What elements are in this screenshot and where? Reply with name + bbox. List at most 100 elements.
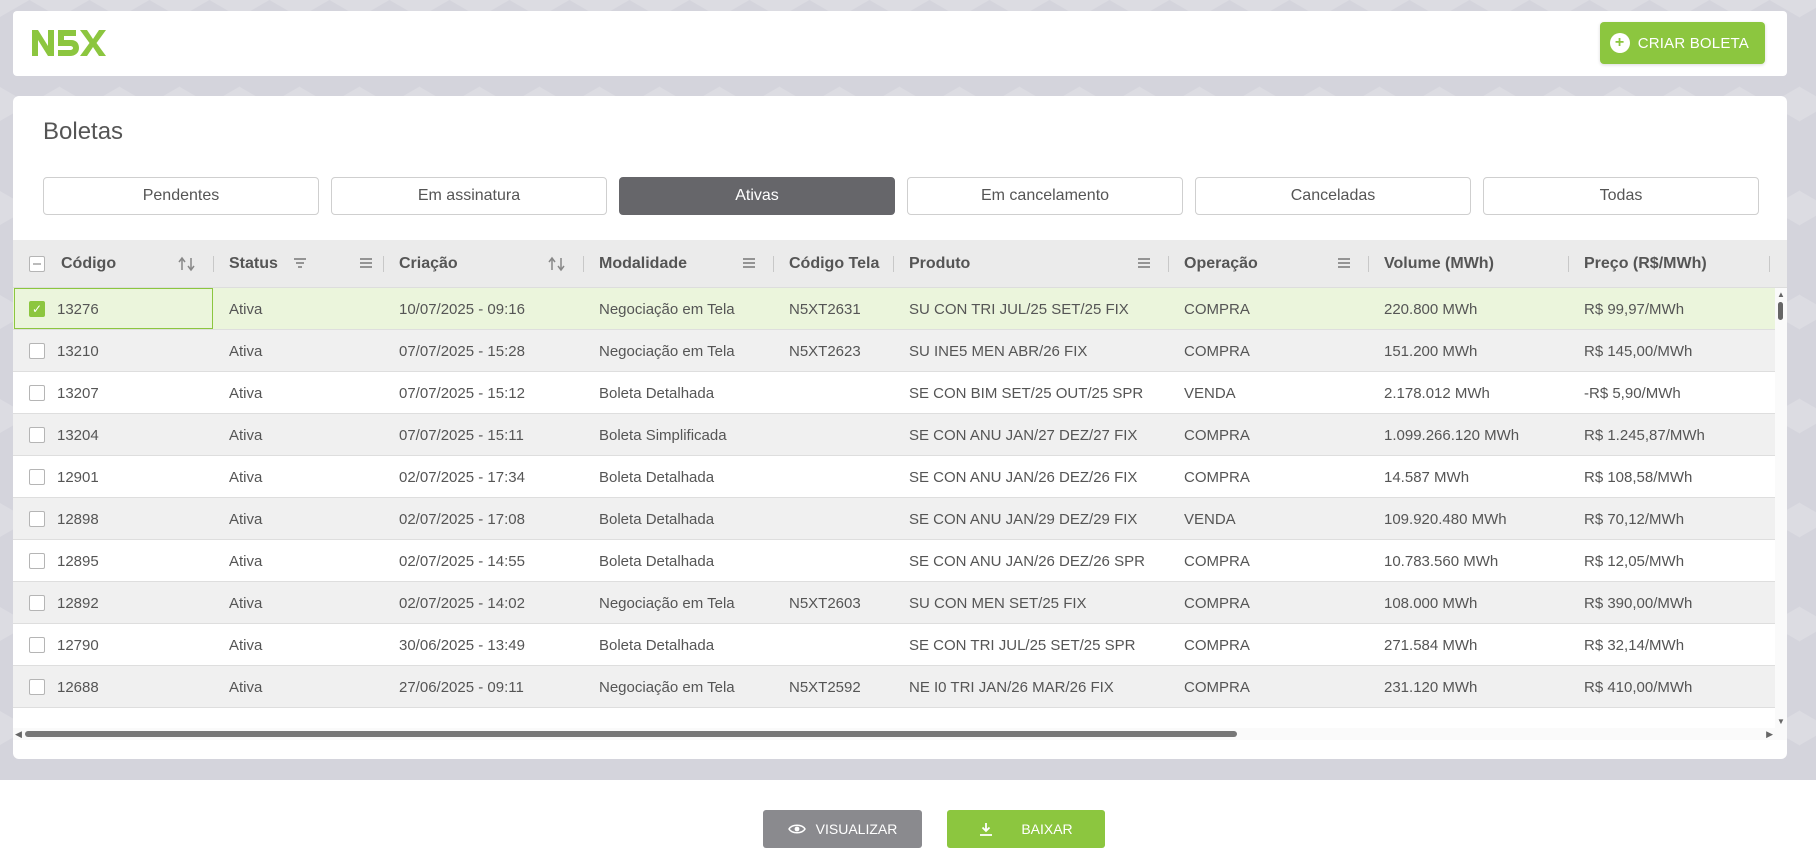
row-checkbox[interactable] bbox=[29, 469, 45, 485]
table-body: ✓ 13276 Ativa 10/07/2025 - 09:16 Negocia… bbox=[13, 288, 1775, 728]
cell-preco: R$ 108,58/MWh bbox=[1584, 468, 1693, 486]
filter-icon[interactable] bbox=[293, 257, 307, 269]
row-checkbox[interactable] bbox=[29, 385, 45, 401]
cell-criacao: 02/07/2025 - 14:02 bbox=[399, 594, 525, 612]
cell-preco: R$ 99,97/MWh bbox=[1584, 300, 1685, 318]
vertical-scroll-thumb[interactable] bbox=[1778, 302, 1783, 320]
cell-criacao: 02/07/2025 - 17:08 bbox=[399, 510, 525, 528]
cell-status: Ativa bbox=[229, 678, 263, 696]
table-row[interactable]: 12898 Ativa 02/07/2025 - 17:08 Boleta De… bbox=[13, 498, 1775, 540]
cell-operacao: COMPRA bbox=[1184, 678, 1250, 696]
column-menu-icon[interactable] bbox=[359, 257, 373, 269]
tab-canceladas[interactable]: Canceladas bbox=[1195, 177, 1471, 215]
tab-em-assinatura[interactable]: Em assinatura bbox=[331, 177, 607, 215]
cell-volume: 271.584 MWh bbox=[1384, 636, 1478, 654]
row-checkbox[interactable] bbox=[29, 553, 45, 569]
visualizar-label: VISUALIZAR bbox=[815, 821, 898, 837]
tab-pendentes[interactable]: Pendentes bbox=[43, 177, 319, 215]
table-row[interactable]: 12790 Ativa 30/06/2025 - 13:49 Boleta De… bbox=[13, 624, 1775, 666]
table-row[interactable]: 13210 Ativa 07/07/2025 - 15:28 Negociaçã… bbox=[13, 330, 1775, 372]
cell-codigo: 13207 bbox=[57, 384, 99, 402]
plus-circle-icon: + bbox=[1609, 33, 1630, 53]
cell-produto: SE CON TRI JUL/25 SET/25 SPR bbox=[909, 636, 1136, 654]
column-menu-icon[interactable] bbox=[1137, 257, 1151, 269]
cell-status: Ativa bbox=[229, 636, 263, 654]
cell-modalidade: Negociação em Tela bbox=[599, 678, 735, 696]
create-boleta-button[interactable]: + CRIAR BOLETA bbox=[1599, 22, 1765, 64]
table-row[interactable]: 12895 Ativa 02/07/2025 - 14:55 Boleta De… bbox=[13, 540, 1775, 582]
tab-ativas[interactable]: Ativas bbox=[619, 177, 895, 215]
cell-preco: R$ 1.245,87/MWh bbox=[1584, 426, 1705, 444]
page-title: Boletas bbox=[43, 118, 124, 145]
cell-modalidade: Boleta Detalhada bbox=[599, 552, 715, 570]
cell-criacao: 30/06/2025 - 13:49 bbox=[399, 636, 525, 654]
header-codigo-tela[interactable]: Código Tela bbox=[773, 240, 893, 288]
row-checkbox[interactable] bbox=[29, 427, 45, 443]
cell-volume: 108.000 MWh bbox=[1384, 594, 1478, 612]
scroll-up-arrow-icon[interactable]: ▲ bbox=[1777, 290, 1785, 299]
table-row[interactable]: 12901 Ativa 02/07/2025 - 17:34 Boleta De… bbox=[13, 456, 1775, 498]
cell-operacao: VENDA bbox=[1184, 384, 1236, 402]
sort-icon[interactable] bbox=[177, 256, 197, 272]
cell-modalidade: Boleta Detalhada bbox=[599, 636, 715, 654]
cell-produto: SE CON ANU JAN/26 DEZ/26 FIX bbox=[909, 468, 1138, 486]
row-checkbox[interactable] bbox=[29, 637, 45, 653]
cell-preco: R$ 32,14/MWh bbox=[1584, 636, 1685, 654]
row-checkbox[interactable] bbox=[29, 343, 45, 359]
cell-modalidade: Negociação em Tela bbox=[599, 300, 735, 318]
cell-codigo-tela: N5XT2623 bbox=[789, 342, 861, 360]
cell-produto: SE CON BIM SET/25 OUT/25 SPR bbox=[909, 384, 1144, 402]
cell-preco: R$ 410,00/MWh bbox=[1584, 678, 1693, 696]
row-checkbox[interactable] bbox=[29, 679, 45, 695]
cell-criacao: 07/07/2025 - 15:28 bbox=[399, 342, 525, 360]
cell-produto: SE CON ANU JAN/27 DEZ/27 FIX bbox=[909, 426, 1138, 444]
horizontal-scrollbar[interactable]: ◀ ▶ bbox=[13, 728, 1787, 740]
table-row[interactable]: 13204 Ativa 07/07/2025 - 15:11 Boleta Si… bbox=[13, 414, 1775, 456]
header-preco[interactable]: Preço (R$/MWh) bbox=[1568, 240, 1768, 288]
table-row[interactable]: ✓ 13276 Ativa 10/07/2025 - 09:16 Negocia… bbox=[13, 288, 1775, 330]
download-icon bbox=[980, 823, 993, 836]
header-produto[interactable]: Produto bbox=[893, 240, 1168, 288]
row-checkbox[interactable]: ✓ bbox=[29, 301, 45, 317]
horizontal-scroll-thumb[interactable] bbox=[25, 731, 1237, 737]
table-row[interactable]: 12892 Ativa 02/07/2025 - 14:02 Negociaçã… bbox=[13, 582, 1775, 624]
boletas-panel: Boletas Pendentes Em assinatura Ativas E… bbox=[13, 96, 1787, 759]
cell-codigo-tela: N5XT2603 bbox=[789, 594, 861, 612]
column-menu-icon[interactable] bbox=[742, 257, 756, 269]
cell-volume: 10.783.560 MWh bbox=[1384, 552, 1499, 570]
tab-em-cancelamento[interactable]: Em cancelamento bbox=[907, 177, 1183, 215]
cell-volume: 151.200 MWh bbox=[1384, 342, 1478, 360]
cell-preco: R$ 145,00/MWh bbox=[1584, 342, 1693, 360]
top-bar: + CRIAR BOLETA bbox=[13, 11, 1787, 76]
vertical-scrollbar[interactable]: ▲ ▼ bbox=[1775, 288, 1787, 728]
cell-criacao: 27/06/2025 - 09:11 bbox=[399, 678, 524, 696]
table-row[interactable]: 12688 Ativa 27/06/2025 - 09:11 Negociaçã… bbox=[13, 666, 1775, 708]
cell-modalidade: Boleta Simplificada bbox=[599, 426, 727, 444]
cell-produto: SE CON ANU JAN/26 DEZ/26 SPR bbox=[909, 552, 1145, 570]
visualizar-button[interactable]: VISUALIZAR bbox=[763, 810, 922, 848]
cell-operacao: COMPRA bbox=[1184, 636, 1250, 654]
sort-icon[interactable] bbox=[547, 256, 567, 272]
table-row[interactable]: 13207 Ativa 07/07/2025 - 15:12 Boleta De… bbox=[13, 372, 1775, 414]
cell-status: Ativa bbox=[229, 342, 263, 360]
status-tabs: Pendentes Em assinatura Ativas Em cancel… bbox=[43, 177, 1759, 215]
column-menu-icon[interactable] bbox=[1337, 257, 1351, 269]
header-volume[interactable]: Volume (MWh) bbox=[1368, 240, 1568, 288]
scroll-left-arrow-icon[interactable]: ◀ bbox=[15, 729, 22, 740]
cell-criacao: 07/07/2025 - 15:11 bbox=[399, 426, 524, 444]
cell-volume: 220.800 MWh bbox=[1384, 300, 1478, 318]
scroll-down-arrow-icon[interactable]: ▼ bbox=[1777, 717, 1785, 726]
create-boleta-label: CRIAR BOLETA bbox=[1637, 34, 1749, 52]
cell-status: Ativa bbox=[229, 594, 263, 612]
cell-codigo: 12892 bbox=[57, 594, 99, 612]
scroll-right-arrow-icon[interactable]: ▶ bbox=[1766, 729, 1773, 740]
n5x-logo[interactable] bbox=[30, 25, 106, 59]
cell-operacao: COMPRA bbox=[1184, 468, 1250, 486]
row-checkbox[interactable] bbox=[29, 511, 45, 527]
select-all-checkbox[interactable] bbox=[29, 256, 45, 272]
tab-todas[interactable]: Todas bbox=[1483, 177, 1759, 215]
row-checkbox[interactable] bbox=[29, 595, 45, 611]
cell-criacao: 02/07/2025 - 14:55 bbox=[399, 552, 525, 570]
baixar-button[interactable]: BAIXAR bbox=[947, 810, 1105, 848]
cell-codigo: 12688 bbox=[57, 678, 99, 696]
